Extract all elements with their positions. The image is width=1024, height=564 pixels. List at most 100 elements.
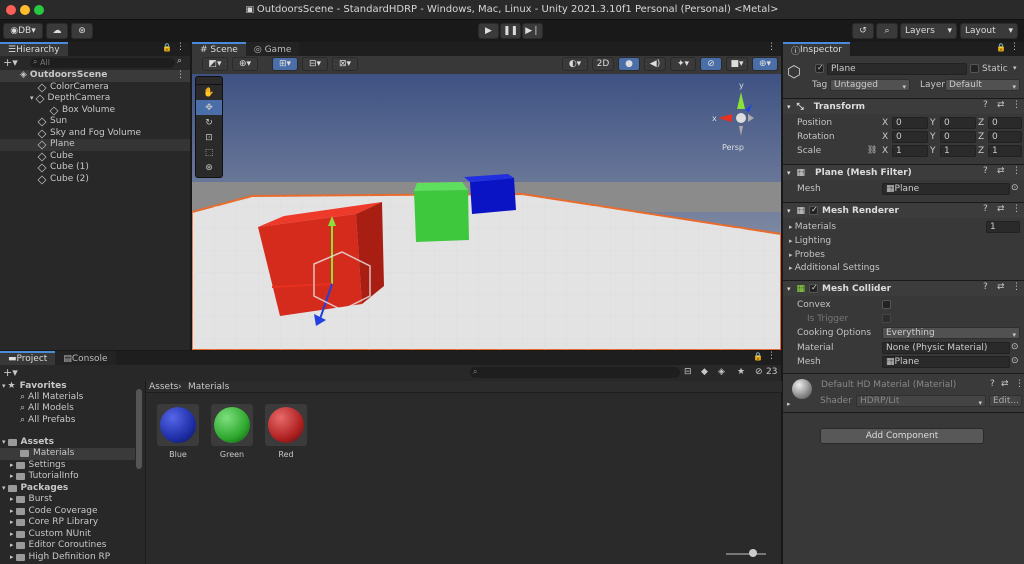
- add-icon[interactable]: +▾: [3, 366, 18, 379]
- object-picker-icon[interactable]: ⊙: [1011, 356, 1019, 366]
- scene-viewport[interactable]: y x Persp ✋ ✥ ↻ ⊡ ⬚ ⊛: [192, 74, 781, 350]
- shading-mode-button[interactable]: ◐▾: [562, 57, 588, 71]
- scale-tool-button[interactable]: ⊡: [196, 130, 222, 145]
- static-checkbox[interactable]: [970, 64, 979, 73]
- kebab-menu-icon[interactable]: ⋮: [176, 42, 185, 52]
- hierarchy-item[interactable]: Cube (1): [37, 162, 89, 174]
- kebab-menu-icon[interactable]: ⋮: [1010, 42, 1019, 52]
- hierarchy-item[interactable]: Cube (2): [37, 174, 89, 186]
- account-dropdown[interactable]: ◉ DB ▾: [3, 23, 43, 39]
- help-icon[interactable]: ?: [990, 379, 995, 389]
- breadcrumb-materials[interactable]: Materials: [188, 382, 229, 392]
- folder-item-selected[interactable]: Materials: [0, 448, 135, 460]
- hand-tool-button[interactable]: ✋: [196, 85, 222, 100]
- camera-dropdown[interactable]: ■▾: [726, 57, 748, 71]
- breadcrumb-assets[interactable]: Assets: [149, 382, 178, 392]
- thumbnail-size-slider-handle[interactable]: [749, 549, 757, 557]
- package-item[interactable]: ▸ Code Coverage: [10, 506, 98, 518]
- preset-icon[interactable]: ⇄: [997, 282, 1005, 292]
- collab-button[interactable]: ⊛: [71, 23, 93, 39]
- cooking-options-dropdown[interactable]: Everything ▾: [882, 327, 1020, 339]
- packages-header[interactable]: ▾ Packages: [2, 483, 68, 495]
- mesh-renderer-enabled-checkbox[interactable]: ✓: [809, 205, 819, 215]
- preset-icon[interactable]: ⇄: [997, 204, 1005, 214]
- preset-icon[interactable]: ⇄: [1001, 379, 1009, 389]
- lighting-foldout[interactable]: ▸ Lighting: [789, 236, 831, 246]
- search-by-type-icon[interactable]: ⊟: [684, 367, 692, 377]
- materials-count-field[interactable]: 1: [986, 221, 1020, 233]
- hierarchy-item[interactable]: Sky and Fog Volume: [37, 128, 141, 140]
- audio-toggle-button[interactable]: ◀): [644, 57, 666, 71]
- hierarchy-item[interactable]: Cube: [37, 151, 73, 163]
- hierarchy-scene-root[interactable]: ◈ OutdoorsScene: [0, 70, 190, 82]
- tab-game[interactable]: ◎ Game: [245, 42, 300, 56]
- material-header[interactable]: ▸ Default HD Material (Material) ? ⇄ ⋮ S…: [783, 373, 1024, 413]
- help-icon[interactable]: ?: [983, 166, 988, 176]
- overlay-handle[interactable]: [196, 77, 222, 85]
- hidden-packages-icon[interactable]: ⊘: [755, 367, 763, 377]
- help-icon[interactable]: ?: [983, 282, 988, 292]
- kebab-menu-icon[interactable]: ⋮: [176, 70, 185, 80]
- cube-green[interactable]: [414, 190, 469, 242]
- hierarchy-item-selected[interactable]: Plane: [0, 139, 190, 151]
- mesh-field[interactable]: ▦Plane: [882, 183, 1010, 195]
- tab-project[interactable]: ▬ Project: [0, 351, 56, 365]
- convex-checkbox[interactable]: [882, 300, 891, 309]
- folder-item[interactable]: ▸ TutorialInfo: [10, 471, 79, 483]
- constrain-proportions-icon[interactable]: ⛓: [867, 145, 877, 154]
- help-icon[interactable]: ?: [983, 204, 988, 214]
- folder-item[interactable]: ▸ Settings: [10, 460, 65, 472]
- preset-icon[interactable]: ⇄: [997, 100, 1005, 110]
- material-asset-green[interactable]: [211, 404, 253, 446]
- chevron-down-icon[interactable]: ▾: [1013, 64, 1017, 72]
- mesh-collider-enabled-checkbox[interactable]: ✓: [809, 283, 819, 293]
- assets-header[interactable]: ▾ Assets: [2, 437, 54, 449]
- snap-increment-button[interactable]: ⊟▾: [302, 57, 328, 71]
- edit-shader-button[interactable]: Edit...: [989, 395, 1022, 407]
- position-z-field[interactable]: 0: [988, 117, 1022, 129]
- rotation-y-field[interactable]: 0: [940, 131, 976, 143]
- lock-icon[interactable]: 🔒: [162, 43, 172, 52]
- lighting-toggle-button[interactable]: ●: [618, 57, 640, 71]
- rotation-z-field[interactable]: 0: [988, 131, 1022, 143]
- visibility-toggle-button[interactable]: ⊘: [700, 57, 722, 71]
- material-asset-blue[interactable]: [157, 404, 199, 446]
- add-component-button[interactable]: Add Component: [820, 428, 984, 444]
- position-x-field[interactable]: 0: [892, 117, 928, 129]
- grid-snap-button[interactable]: ⊞▾: [272, 57, 298, 71]
- object-name-input[interactable]: Plane: [827, 63, 967, 75]
- lock-icon[interactable]: 🔒: [996, 43, 1006, 52]
- grid-visibility-button[interactable]: ⊠▾: [332, 57, 358, 71]
- layer-dropdown[interactable]: Default ▾: [945, 79, 1020, 91]
- folder-tree-scrollbar[interactable]: [136, 389, 142, 469]
- kebab-menu-icon[interactable]: ⋮: [1012, 204, 1021, 214]
- kebab-menu-icon[interactable]: ⋮: [1012, 282, 1021, 292]
- cube-blue[interactable]: [470, 178, 516, 214]
- object-picker-icon[interactable]: ⊙: [1011, 342, 1019, 352]
- search-button[interactable]: ⌕: [876, 23, 898, 39]
- position-y-field[interactable]: 0: [940, 117, 976, 129]
- hierarchy-item[interactable]: ColorCamera: [37, 82, 109, 94]
- active-checkbox[interactable]: ✓: [815, 63, 824, 73]
- kebab-menu-icon[interactable]: ⋮: [767, 351, 776, 361]
- search-options-icon[interactable]: ⌕: [177, 56, 182, 66]
- rotate-tool-button[interactable]: ↻: [196, 115, 222, 130]
- rect-tool-button[interactable]: ⬚: [196, 145, 222, 160]
- hierarchy-item[interactable]: Sun: [37, 116, 67, 128]
- material-asset-red[interactable]: [265, 404, 307, 446]
- favorite-item[interactable]: ⌕ All Models: [20, 403, 74, 415]
- expand-arrow-icon[interactable]: ▾: [30, 93, 34, 105]
- scale-z-field[interactable]: 1: [988, 145, 1022, 157]
- play-button[interactable]: ▶: [478, 23, 499, 39]
- label-icon[interactable]: ◈: [718, 367, 725, 377]
- tab-console[interactable]: ▤ Console: [55, 351, 116, 365]
- lock-icon[interactable]: 🔒: [753, 352, 763, 361]
- pause-button[interactable]: ❚❚: [500, 23, 521, 39]
- package-item[interactable]: ▸ Custom NUnit: [10, 529, 91, 541]
- orientation-gizmo-center[interactable]: [736, 113, 746, 123]
- tab-hierarchy[interactable]: ☰ Hierarchy: [0, 42, 68, 56]
- project-search-input[interactable]: [470, 367, 680, 378]
- package-item[interactable]: ▸ Core RP Library: [10, 517, 98, 529]
- layout-dropdown[interactable]: Layout ▾: [960, 23, 1018, 39]
- favorite-item[interactable]: ⌕ All Materials: [20, 392, 83, 404]
